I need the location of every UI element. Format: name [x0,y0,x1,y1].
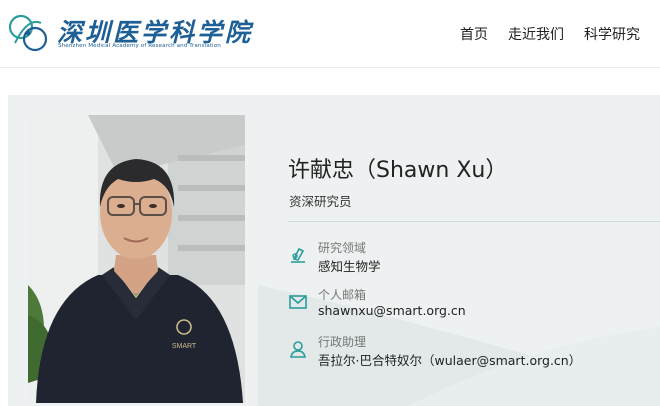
nav-item-home[interactable]: 首页 [460,24,488,44]
info-divider [288,221,660,222]
mail-icon [289,295,307,309]
assistant-row: 行政助理 吾拉尔·巴合特奴尔（wulaer@smart.org.cn） [288,333,660,369]
logo-english-name: Shenzhen Medical Academy of Research and… [58,43,221,49]
research-field-label: 研究领域 [318,241,367,255]
assistant-contact[interactable]: 吾拉尔·巴合特奴尔（wulaer@smart.org.cn） [318,350,581,369]
main-nav: 首页 走近我们 科学研究 [460,24,640,44]
site-logo[interactable]: 深圳医学科学院 Shenzhen Medical Academy of Rese… [7,10,250,58]
nav-item-research[interactable]: 科学研究 [584,24,640,44]
person-title: 资深研究员 [289,194,352,209]
email-row: 个人邮箱 shawnxu@smart.org.cn [288,286,660,322]
email-link[interactable]: shawnxu@smart.org.cn [318,303,466,318]
assistant-person-icon [290,341,306,358]
assistant-label: 行政助理 [318,335,367,349]
research-field-row: 研究领域 感知生物学 [288,239,660,275]
profile-photo: SMART [28,115,245,403]
email-label: 个人邮箱 [318,288,367,302]
site-header: 深圳医学科学院 Shenzhen Medical Academy of Rese… [0,0,660,68]
research-field-value: 感知生物学 [318,259,381,274]
shirt-logo-text: SMART [172,343,197,350]
academy-logo-icon [8,14,48,52]
research-field-icon [291,247,305,263]
nav-item-about-us[interactable]: 走近我们 [508,24,564,44]
person-name: 许献忠（Shawn Xu） [288,158,508,183]
